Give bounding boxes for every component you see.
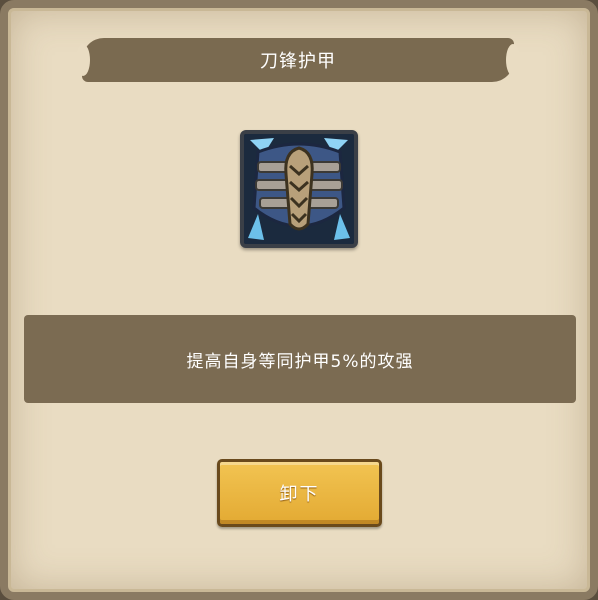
item-title: 刀锋护甲 xyxy=(260,51,336,72)
item-icon-frame xyxy=(240,130,358,248)
unequip-button-label: 卸下 xyxy=(279,484,320,505)
title-banner: 刀锋护甲 xyxy=(76,38,520,82)
blade-armor-icon xyxy=(244,134,354,244)
item-description: 提高自身等同护甲5%的攻强 xyxy=(186,351,414,372)
description-banner: 提高自身等同护甲5%的攻强 xyxy=(24,315,576,403)
unequip-button[interactable]: 卸下 xyxy=(217,459,382,527)
